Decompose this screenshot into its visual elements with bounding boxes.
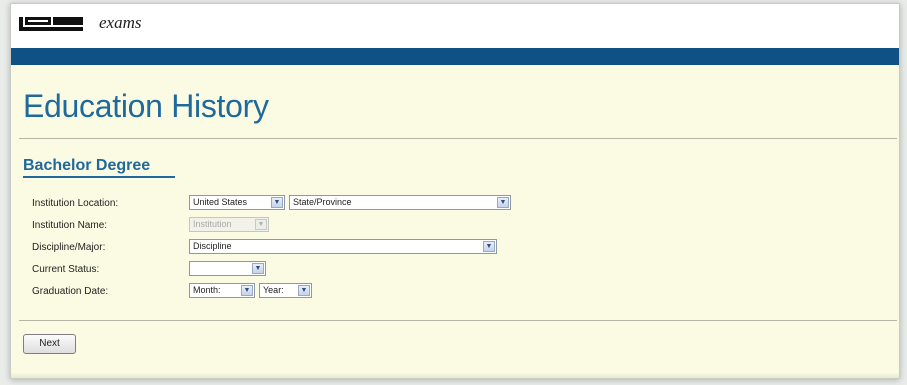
section-underline xyxy=(23,176,175,178)
logo-icon xyxy=(19,17,83,31)
chevron-down-icon: ▼ xyxy=(241,285,253,296)
top-header: exams xyxy=(11,4,899,48)
chevron-down-icon: ▼ xyxy=(497,197,509,208)
next-button[interactable]: Next xyxy=(23,334,76,354)
country-select[interactable]: United States ▼ xyxy=(189,195,285,210)
divider xyxy=(19,320,897,321)
current-status-select[interactable]: ▼ xyxy=(189,261,266,276)
divider xyxy=(19,138,897,139)
institution-location-label: Institution Location: xyxy=(32,198,119,209)
current-status-label: Current Status: xyxy=(32,264,100,275)
discipline-label: Discipline/Major: xyxy=(32,242,106,253)
graduation-month-select[interactable]: Month: ▼ xyxy=(189,283,255,298)
chevron-down-icon: ▼ xyxy=(271,197,283,208)
institution-select: Institution ▼ xyxy=(189,217,269,232)
country-value: United States xyxy=(193,197,248,207)
header-bar xyxy=(11,48,899,65)
bottom-shade xyxy=(11,372,899,378)
brand-name: exams xyxy=(99,13,142,32)
chevron-down-icon: ▼ xyxy=(255,219,267,230)
graduation-date-label: Graduation Date: xyxy=(32,286,109,297)
state-province-select[interactable]: State/Province ▼ xyxy=(289,195,511,210)
state-province-value: State/Province xyxy=(293,197,352,207)
chevron-down-icon: ▼ xyxy=(483,241,495,252)
section-title: Bachelor Degree xyxy=(23,157,151,174)
chevron-down-icon: ▼ xyxy=(298,285,310,296)
year-value: Year: xyxy=(263,285,284,295)
month-value: Month: xyxy=(193,285,221,295)
discipline-select[interactable]: Discipline ▼ xyxy=(189,239,497,254)
chevron-down-icon: ▼ xyxy=(252,263,264,274)
institution-name-label: Institution Name: xyxy=(32,220,108,231)
graduation-year-select[interactable]: Year: ▼ xyxy=(259,283,312,298)
institution-value: Institution xyxy=(193,219,232,229)
page-title: Education History xyxy=(23,88,269,124)
discipline-value: Discipline xyxy=(193,241,232,251)
browser-frame: exams Education History Bachelor Degree … xyxy=(10,3,900,379)
